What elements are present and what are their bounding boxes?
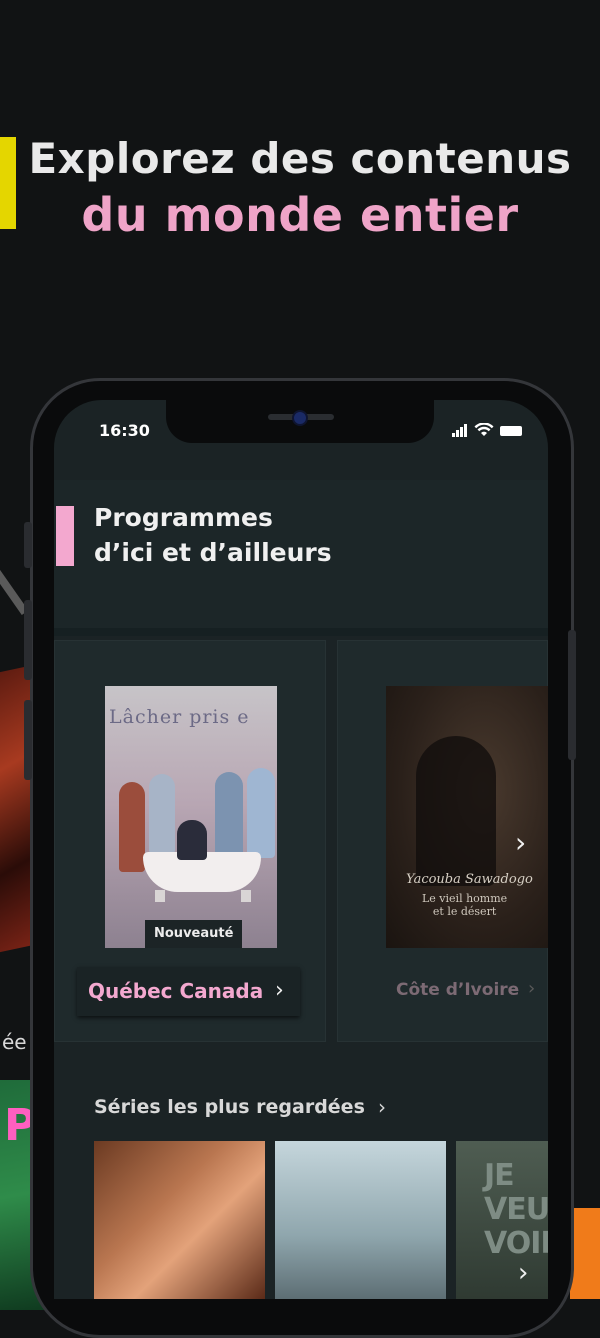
series-thumbnail[interactable]: [94, 1141, 265, 1299]
poster-figure: [215, 772, 243, 858]
orange-accent-bar: [570, 1208, 600, 1299]
poster-title: Yacouba Sawadogo: [406, 872, 533, 887]
headline-line-2: du monde entier: [81, 188, 519, 242]
chevron-right-icon[interactable]: ›: [518, 1258, 528, 1288]
phone-volume-up-button: [24, 600, 32, 680]
section-title: Programmes d’ici et d’ailleurs: [94, 500, 332, 570]
series-thumbnail[interactable]: [275, 1141, 446, 1299]
new-badge: Nouveauté: [145, 920, 243, 948]
battery-icon: [500, 426, 522, 436]
region-label: Québec Canada: [88, 979, 264, 1003]
chevron-right-icon[interactable]: ›: [515, 826, 526, 859]
chevron-right-icon: ›: [528, 978, 536, 999]
poster-title: Lâcher pris e: [109, 706, 250, 728]
poster-yacouba-sawadogo[interactable]: Yacouba Sawadogo Le vieil homme et le dé…: [386, 686, 548, 948]
thumbnail-title: JE VEUX VOIR: [484, 1158, 548, 1261]
phone-power-button: [568, 630, 576, 760]
chevron-right-icon[interactable]: ›: [378, 1095, 386, 1119]
poster-figure: [416, 736, 496, 886]
section-divider: [54, 628, 548, 636]
status-icons: [452, 423, 526, 437]
section-accent-bar: [56, 506, 74, 566]
series-row-title[interactable]: Séries les plus regardées: [94, 1096, 365, 1118]
section-title-line-2: d’ici et d’ailleurs: [94, 538, 332, 567]
phone-volume-down-button: [24, 700, 32, 780]
poster-figure: [149, 774, 175, 854]
headline-line-1: Explorez des contenus: [28, 134, 572, 183]
background-side-text: ée: [2, 1030, 27, 1054]
chevron-right-icon: ›: [275, 978, 284, 1003]
section-title-line-1: Programmes: [94, 503, 273, 532]
poster-figure: [247, 768, 275, 858]
poster-subtitle: Le vieil homme et le désert: [422, 892, 507, 918]
poster-tub-foot: [155, 890, 165, 902]
series-thumbnail[interactable]: JE VEUX VOIR: [456, 1141, 548, 1299]
region-label[interactable]: Côte d’Ivoire: [396, 980, 519, 1000]
poster-lacher-prise[interactable]: Lâcher pris e: [105, 686, 277, 948]
camera-icon: [292, 410, 308, 426]
poster-tub-foot: [241, 890, 251, 902]
phone-side-button: [24, 522, 32, 568]
poster-figure: [177, 820, 207, 860]
region-button-quebec-canada[interactable]: Québec Canada ›: [77, 967, 300, 1016]
poster-subtitle-line-1: Le vieil homme: [422, 892, 508, 905]
status-time: 16:30: [99, 421, 150, 440]
poster-figure: [119, 782, 145, 872]
poster-subtitle-line-2: et le désert: [432, 905, 497, 918]
wifi-icon: [474, 423, 494, 436]
